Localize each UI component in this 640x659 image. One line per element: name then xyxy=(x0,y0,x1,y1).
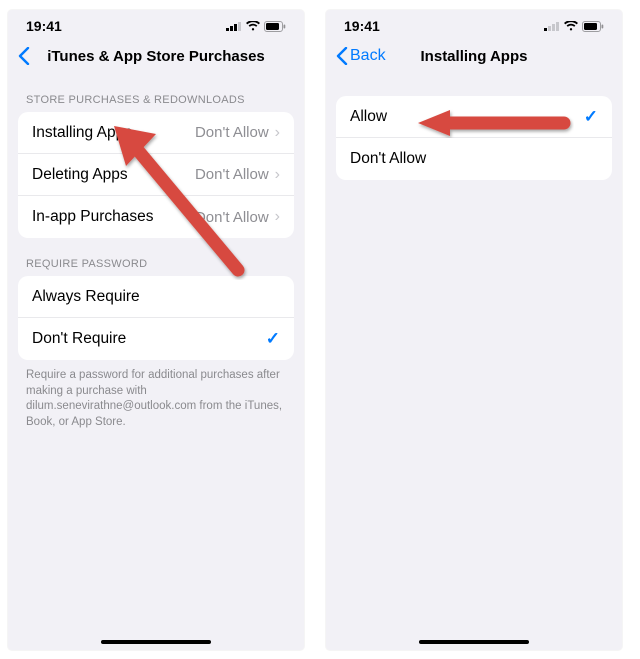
row-allow[interactable]: Allow ✓ xyxy=(336,96,612,138)
phone-right: 19:41 Back Installing Apps Allow ✓ Don't… xyxy=(326,10,622,650)
row-label: Installing Apps xyxy=(32,124,132,142)
status-bar: 19:41 xyxy=(8,10,304,38)
section-header-store: Store Purchases & Redownloads xyxy=(8,74,304,112)
page-title: iTunes & App Store Purchases xyxy=(8,48,304,65)
status-icons xyxy=(544,21,604,32)
battery-icon xyxy=(264,21,286,32)
chevron-left-icon xyxy=(18,47,30,65)
row-always-require[interactable]: Always Require xyxy=(18,276,294,318)
list-store: Installing Apps Don't Allow › Deleting A… xyxy=(18,112,294,238)
checkmark-icon: ✓ xyxy=(266,329,280,349)
checkmark-icon: ✓ xyxy=(584,107,598,127)
wifi-icon xyxy=(246,21,260,31)
phone-left: 19:41 iTunes & App Store Purchases Store… xyxy=(8,10,304,650)
home-indicator xyxy=(419,640,529,645)
row-in-app-purchases[interactable]: In-app Purchases Don't Allow › xyxy=(18,196,294,238)
status-bar: 19:41 xyxy=(326,10,622,38)
chevron-right-icon: › xyxy=(275,124,280,142)
status-time: 19:41 xyxy=(344,18,380,34)
row-label: Always Require xyxy=(32,288,140,306)
back-button[interactable] xyxy=(18,47,30,65)
back-label: Back xyxy=(350,47,386,65)
list-installing-options: Allow ✓ Don't Allow xyxy=(336,96,612,180)
section-header-password: Require Password xyxy=(8,238,304,276)
back-button[interactable]: Back xyxy=(336,47,386,65)
row-label: Don't Require xyxy=(32,330,126,348)
nav-bar: iTunes & App Store Purchases xyxy=(8,38,304,74)
cellular-icon xyxy=(544,21,560,31)
chevron-left-icon xyxy=(336,47,348,65)
list-password: Always Require Don't Require ✓ xyxy=(18,276,294,360)
footer-text: Require a password for additional purcha… xyxy=(8,360,304,430)
cellular-icon xyxy=(226,21,242,31)
nav-bar: Back Installing Apps xyxy=(326,38,622,74)
row-deleting-apps[interactable]: Deleting Apps Don't Allow › xyxy=(18,154,294,196)
row-label: In-app Purchases xyxy=(32,208,154,226)
row-label: Allow xyxy=(350,108,387,126)
chevron-right-icon: › xyxy=(275,166,280,184)
row-installing-apps[interactable]: Installing Apps Don't Allow › xyxy=(18,112,294,154)
row-label: Deleting Apps xyxy=(32,166,128,184)
status-time: 19:41 xyxy=(26,18,62,34)
status-icons xyxy=(226,21,286,32)
row-value: Don't Allow › xyxy=(195,166,280,184)
home-indicator xyxy=(101,640,211,645)
row-value: Don't Allow › xyxy=(195,208,280,226)
row-label: Don't Allow xyxy=(350,150,426,168)
chevron-right-icon: › xyxy=(275,208,280,226)
row-dont-allow[interactable]: Don't Allow xyxy=(336,138,612,180)
battery-icon xyxy=(582,21,604,32)
wifi-icon xyxy=(564,21,578,31)
row-dont-require[interactable]: Don't Require ✓ xyxy=(18,318,294,360)
row-value: Don't Allow › xyxy=(195,124,280,142)
